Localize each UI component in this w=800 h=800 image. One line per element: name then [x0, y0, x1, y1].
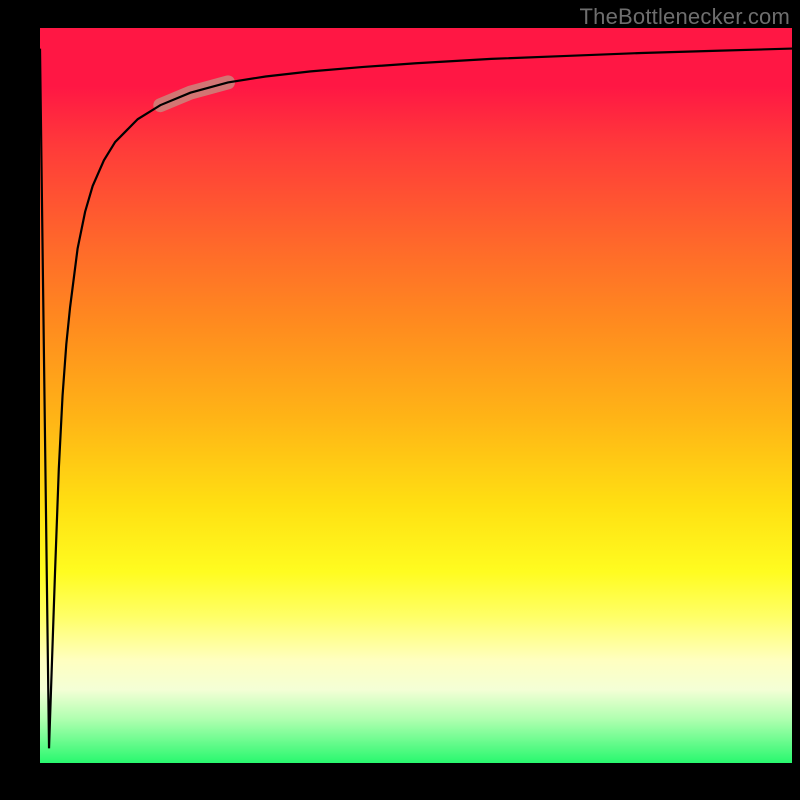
chart-frame: TheBottlenecker.com	[0, 0, 800, 800]
plot-area	[40, 28, 792, 763]
curve-svg	[40, 28, 792, 763]
branding-watermark: TheBottlenecker.com	[580, 4, 790, 30]
bottleneck-curve	[40, 49, 792, 749]
